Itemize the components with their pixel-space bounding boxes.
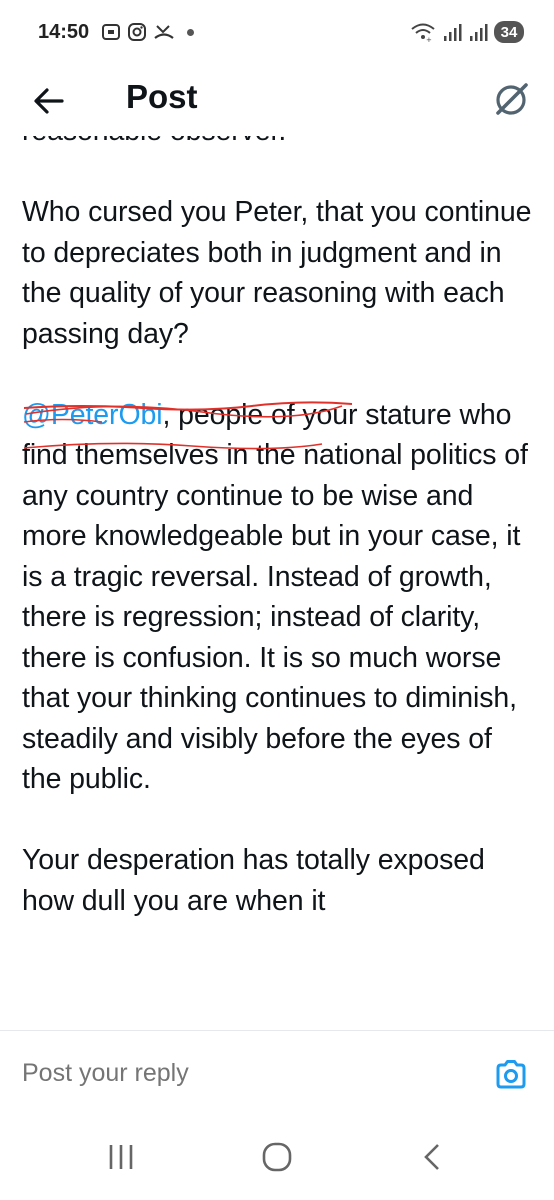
- signal-icon-2: [470, 24, 488, 41]
- page-title: Post: [126, 78, 198, 115]
- screenshot-icon: [102, 24, 121, 40]
- post-paragraph: Your desperation has totally exposed how…: [22, 840, 532, 921]
- missed-call-icon: [154, 25, 174, 39]
- system-navigation-bar: [0, 1118, 554, 1200]
- post-paragraph: reasonable observer.: [22, 136, 532, 152]
- mention-link[interactable]: @PeterObi: [22, 399, 163, 431]
- grok-icon[interactable]: [492, 81, 530, 119]
- post-text: reasonable observer. Who cursed you Pete…: [22, 136, 532, 921]
- camera-icon[interactable]: [494, 1057, 528, 1091]
- home-icon[interactable]: [261, 1142, 293, 1172]
- post-paragraph: @PeterObi, people of your stature who fi…: [22, 395, 532, 800]
- instagram-icon: [128, 23, 147, 41]
- signal-icon-1: [444, 24, 462, 41]
- svg-text:+: +: [426, 36, 432, 42]
- paragraph-text: reasonable observer.: [22, 136, 286, 147]
- paragraph-text: , people of your stature who find themse…: [22, 398, 528, 796]
- status-bar: 14:50 + 34: [0, 0, 554, 64]
- status-time: 14:50: [38, 20, 90, 43]
- reply-input[interactable]: [22, 1059, 462, 1088]
- post-paragraph: Who cursed you Peter, that you continue …: [22, 192, 532, 354]
- paragraph-text: Your desperation has totally exposed how…: [22, 844, 485, 917]
- back-arrow-icon[interactable]: [32, 84, 66, 118]
- battery-indicator: 34: [494, 21, 524, 43]
- top-app-bar: Post: [0, 64, 554, 136]
- wifi-icon: +: [411, 23, 435, 42]
- post-body: reasonable observer. Who cursed you Pete…: [22, 136, 532, 1030]
- reply-bar: [0, 1030, 554, 1118]
- notification-dot: [187, 28, 195, 36]
- recents-icon[interactable]: [106, 1142, 136, 1172]
- back-nav-icon[interactable]: [420, 1142, 444, 1172]
- paragraph-text: Who cursed you Peter, that you continue …: [22, 196, 532, 350]
